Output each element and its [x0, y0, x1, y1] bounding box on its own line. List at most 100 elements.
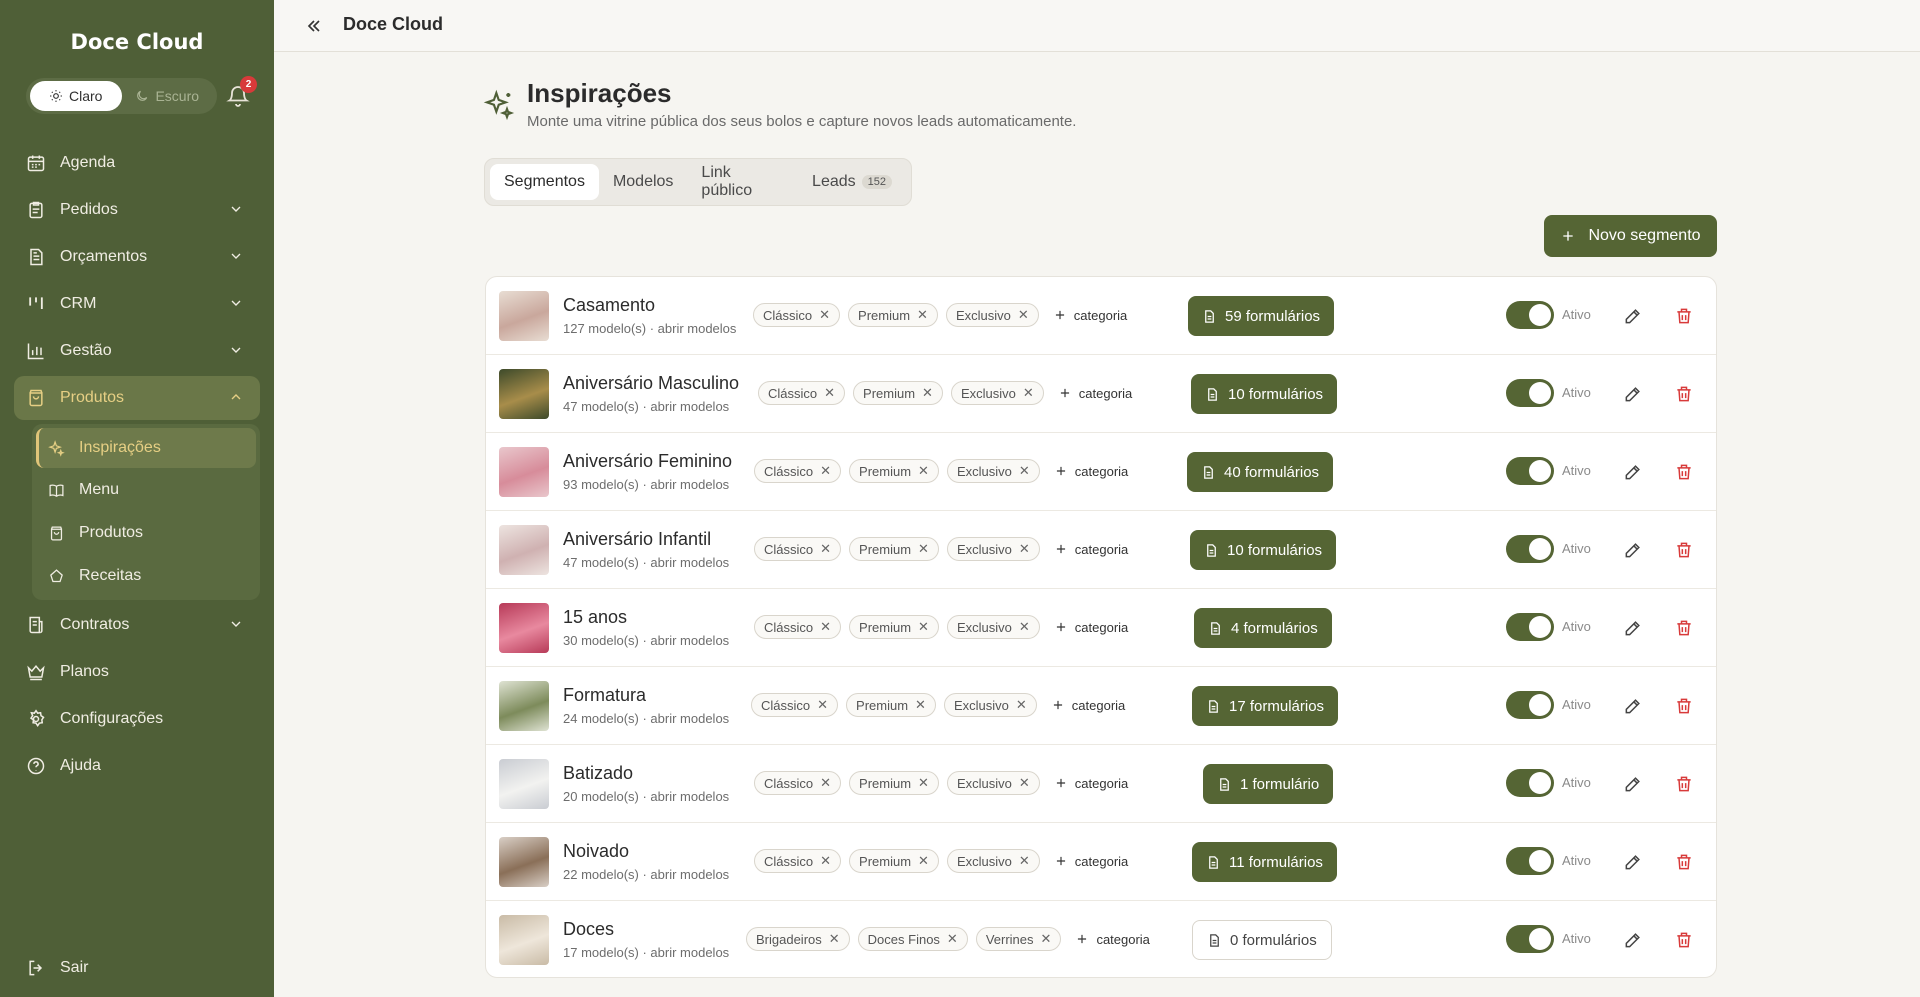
theme-light-button[interactable]: Claro	[30, 81, 122, 111]
forms-count-button[interactable]: 59 formulários	[1188, 296, 1335, 336]
add-category-button[interactable]: categoria	[1053, 308, 1127, 323]
segment-models-link[interactable]: 24 modelo(s) · abrir modelos	[563, 711, 729, 726]
remove-tag-icon[interactable]: ✕	[918, 463, 929, 479]
active-toggle[interactable]	[1506, 301, 1554, 329]
remove-tag-icon[interactable]: ✕	[918, 853, 929, 869]
segment-name[interactable]: Aniversário Feminino	[563, 451, 732, 472]
active-toggle[interactable]	[1506, 769, 1554, 797]
add-category-button[interactable]: categoria	[1054, 620, 1128, 635]
segment-name[interactable]: Doces	[563, 919, 614, 940]
segment-models-link[interactable]: 20 modelo(s) · abrir modelos	[563, 789, 729, 804]
tab-segmentos[interactable]: Segmentos	[490, 164, 599, 200]
segment-name[interactable]: Batizado	[563, 763, 633, 784]
active-toggle[interactable]	[1506, 613, 1554, 641]
add-category-button[interactable]: categoria	[1058, 386, 1132, 401]
theme-switch[interactable]: Claro Escuro	[26, 78, 217, 114]
sidebar-item-ajuda[interactable]: Ajuda	[14, 744, 260, 788]
remove-tag-icon[interactable]: ✕	[918, 775, 929, 791]
segment-thumbnail[interactable]	[499, 759, 549, 809]
remove-tag-icon[interactable]: ✕	[1018, 307, 1029, 323]
remove-tag-icon[interactable]: ✕	[947, 931, 958, 947]
segment-thumbnail[interactable]	[499, 525, 549, 575]
submenu-item-menu[interactable]: Menu	[36, 470, 256, 510]
edit-icon[interactable]	[1623, 930, 1643, 950]
segment-thumbnail[interactable]	[499, 291, 549, 341]
segment-thumbnail[interactable]	[499, 603, 549, 653]
sidebar-item-agenda[interactable]: Agenda	[14, 141, 260, 185]
remove-tag-icon[interactable]: ✕	[1041, 931, 1052, 947]
segment-models-link[interactable]: 22 modelo(s) · abrir modelos	[563, 867, 729, 882]
segment-models-link[interactable]: 127 modelo(s) · abrir modelos	[563, 321, 736, 336]
edit-icon[interactable]	[1623, 618, 1643, 638]
segment-thumbnail[interactable]	[499, 447, 549, 497]
segment-name[interactable]: Casamento	[563, 295, 655, 316]
segment-thumbnail[interactable]	[499, 837, 549, 887]
submenu-item-produtos[interactable]: Produtos	[36, 513, 256, 553]
edit-icon[interactable]	[1623, 852, 1643, 872]
remove-tag-icon[interactable]: ✕	[820, 775, 831, 791]
segment-thumbnail[interactable]	[499, 369, 549, 419]
delete-icon[interactable]	[1674, 306, 1694, 326]
remove-tag-icon[interactable]: ✕	[819, 307, 830, 323]
segment-thumbnail[interactable]	[499, 915, 549, 965]
edit-icon[interactable]	[1623, 774, 1643, 794]
edit-icon[interactable]	[1623, 540, 1643, 560]
segment-name[interactable]: Aniversário Masculino	[563, 373, 739, 394]
active-toggle[interactable]	[1506, 457, 1554, 485]
forms-count-button[interactable]: 10 formulários	[1191, 374, 1338, 414]
add-category-button[interactable]: categoria	[1054, 542, 1128, 557]
segment-models-link[interactable]: 93 modelo(s) · abrir modelos	[563, 477, 729, 492]
sidebar-item-crm[interactable]: CRM	[14, 282, 260, 326]
remove-tag-icon[interactable]: ✕	[829, 931, 840, 947]
delete-icon[interactable]	[1674, 618, 1694, 638]
logout-button[interactable]: Sair	[26, 958, 88, 978]
remove-tag-icon[interactable]: ✕	[1019, 853, 1030, 869]
edit-icon[interactable]	[1623, 696, 1643, 716]
sidebar-item-produtos[interactable]: Produtos	[14, 376, 260, 420]
remove-tag-icon[interactable]: ✕	[922, 385, 933, 401]
new-segment-button[interactable]: Novo segmento	[1544, 215, 1717, 257]
remove-tag-icon[interactable]: ✕	[918, 619, 929, 635]
forms-count-button[interactable]: 0 formulários	[1192, 920, 1332, 960]
sidebar-item-pedidos[interactable]: Pedidos	[14, 188, 260, 232]
forms-count-button[interactable]: 40 formulários	[1187, 452, 1334, 492]
active-toggle[interactable]	[1506, 379, 1554, 407]
delete-icon[interactable]	[1674, 696, 1694, 716]
segment-name[interactable]: 15 anos	[563, 607, 627, 628]
delete-icon[interactable]	[1674, 852, 1694, 872]
segment-name[interactable]: Aniversário Infantil	[563, 529, 711, 550]
segment-name[interactable]: Formatura	[563, 685, 646, 706]
remove-tag-icon[interactable]: ✕	[820, 619, 831, 635]
tab-link-publico[interactable]: Link público	[687, 164, 798, 200]
sidebar-item-orcamentos[interactable]: Orçamentos	[14, 235, 260, 279]
sidebar-item-gestao[interactable]: Gestão	[14, 329, 260, 373]
delete-icon[interactable]	[1674, 774, 1694, 794]
delete-icon[interactable]	[1674, 462, 1694, 482]
sidebar-item-configuracoes[interactable]: Configurações	[14, 697, 260, 741]
remove-tag-icon[interactable]: ✕	[820, 463, 831, 479]
forms-count-button[interactable]: 11 formulários	[1192, 842, 1337, 882]
delete-icon[interactable]	[1674, 540, 1694, 560]
remove-tag-icon[interactable]: ✕	[915, 697, 926, 713]
remove-tag-icon[interactable]: ✕	[820, 541, 831, 557]
submenu-item-inspiracoes[interactable]: Inspirações	[36, 428, 256, 468]
collapse-sidebar-icon[interactable]	[304, 16, 324, 36]
remove-tag-icon[interactable]: ✕	[817, 697, 828, 713]
remove-tag-icon[interactable]: ✕	[1019, 775, 1030, 791]
add-category-button[interactable]: categoria	[1054, 464, 1128, 479]
add-category-button[interactable]: categoria	[1051, 698, 1125, 713]
sidebar-item-contratos[interactable]: Contratos	[14, 603, 260, 647]
add-category-button[interactable]: categoria	[1054, 854, 1128, 869]
remove-tag-icon[interactable]: ✕	[824, 385, 835, 401]
forms-count-button[interactable]: 1 formulário	[1203, 764, 1334, 804]
forms-count-button[interactable]: 17 formulários	[1192, 686, 1339, 726]
remove-tag-icon[interactable]: ✕	[1019, 541, 1030, 557]
segment-thumbnail[interactable]	[499, 681, 549, 731]
delete-icon[interactable]	[1674, 384, 1694, 404]
segment-models-link[interactable]: 47 modelo(s) · abrir modelos	[563, 399, 729, 414]
segment-models-link[interactable]: 17 modelo(s) · abrir modelos	[563, 945, 729, 960]
remove-tag-icon[interactable]: ✕	[918, 541, 929, 557]
submenu-item-receitas[interactable]: Receitas	[36, 556, 256, 596]
active-toggle[interactable]	[1506, 691, 1554, 719]
sidebar-item-planos[interactable]: Planos	[14, 650, 260, 694]
